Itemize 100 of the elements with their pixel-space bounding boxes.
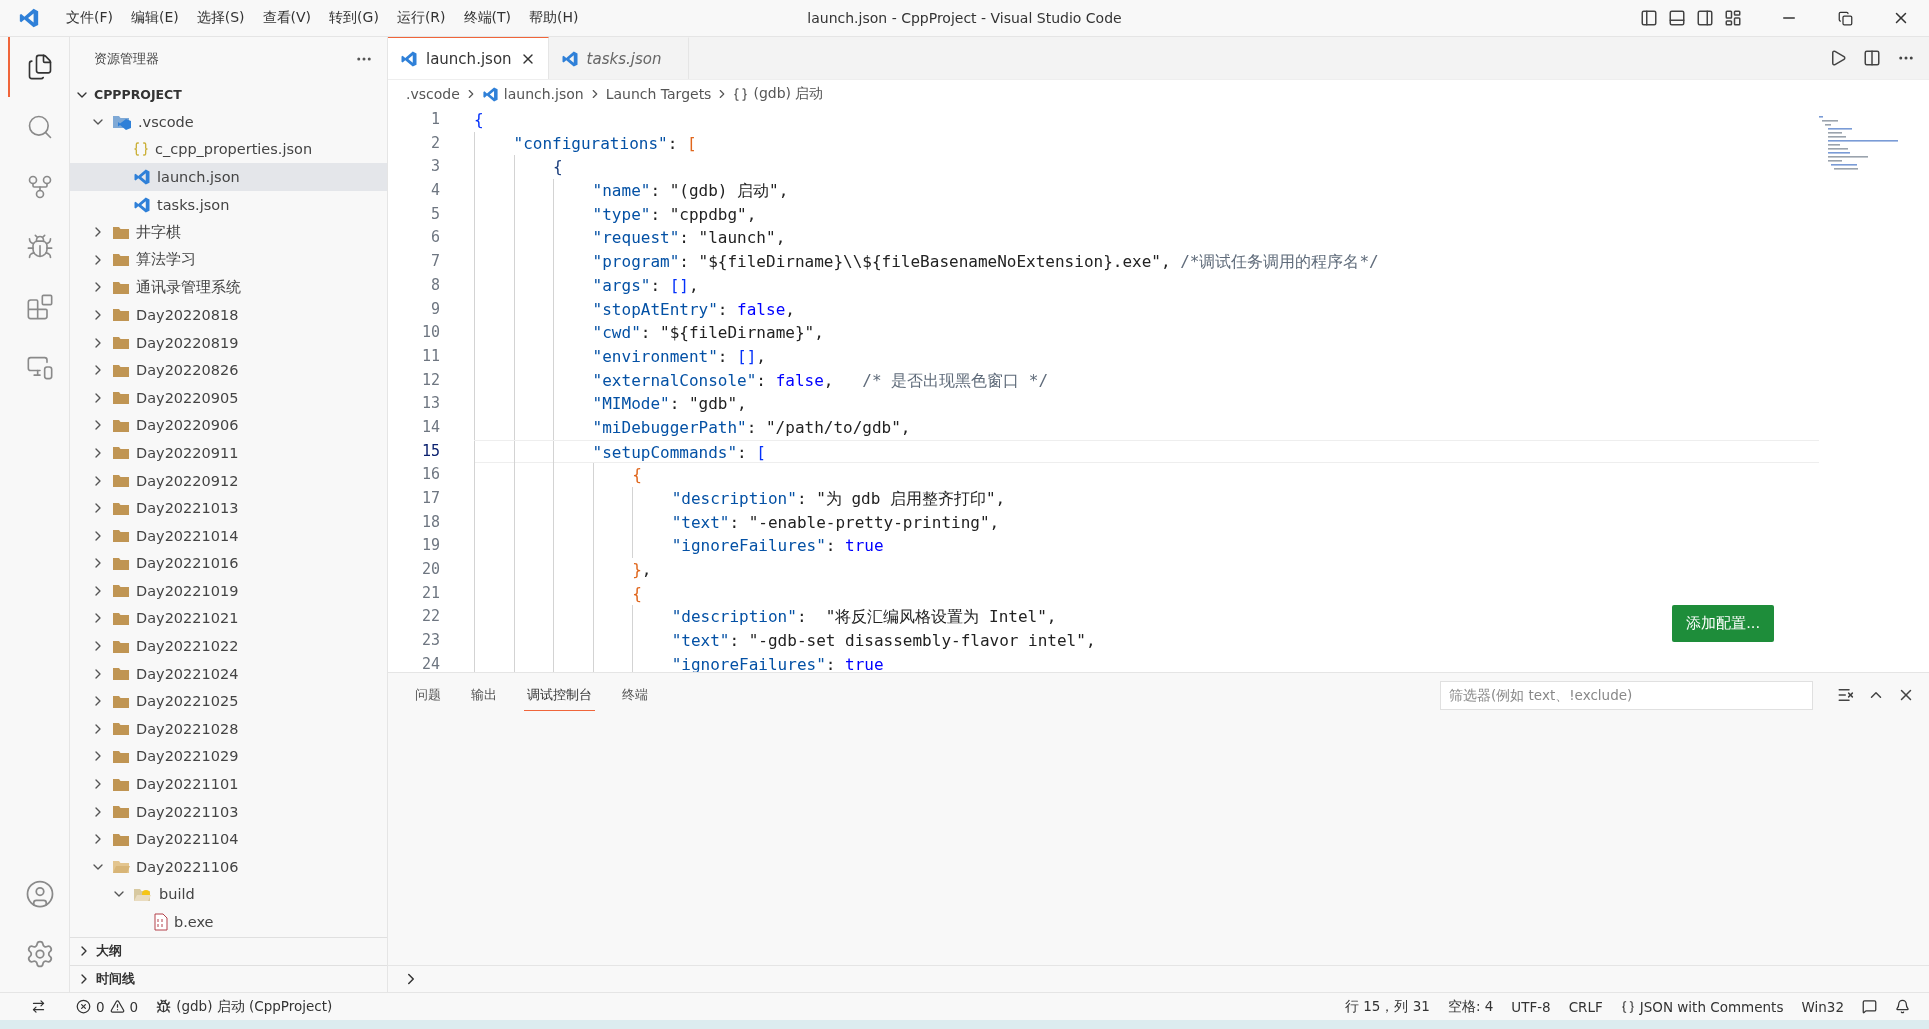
folder-icon: [112, 307, 130, 323]
section-header[interactable]: 大纲: [70, 937, 387, 965]
tree-item[interactable]: 井字棋: [70, 218, 387, 246]
tree-item[interactable]: Day20221104: [70, 825, 387, 854]
breadcrumb-item[interactable]: .vscode: [406, 86, 460, 102]
tree-item[interactable]: Day20221028: [70, 715, 387, 743]
tree-item[interactable]: Day20221014: [70, 521, 387, 550]
tree-item[interactable]: Day20221024: [70, 659, 387, 688]
line-number: 23: [420, 630, 441, 652]
panel-tab[interactable]: 问题: [412, 679, 444, 711]
folder-icon: [112, 473, 130, 488]
vscode-logo-icon: [133, 195, 151, 214]
menu-item[interactable]: 运行(R): [388, 5, 454, 31]
status-item[interactable]: Win32: [1792, 998, 1853, 1015]
tree-item[interactable]: Day20221021: [70, 604, 387, 633]
line-number: 18: [420, 511, 441, 533]
code-line: {: [474, 155, 1819, 180]
tree-item[interactable]: Day20220819: [70, 328, 387, 357]
tree-item[interactable]: Day20221101: [70, 770, 387, 798]
folder-icon: [112, 417, 130, 433]
tree-item[interactable]: build: [70, 880, 387, 909]
breadcrumb-item[interactable]: Launch Targets: [605, 86, 712, 102]
tree-item[interactable]: Day20221025: [70, 687, 387, 716]
window-title: launch.json - CppProject - Visual Studio Code: [807, 10, 1122, 26]
code-line: {: [474, 463, 1819, 487]
filter-field[interactable]: 筛选器(例如 text、!exclude): [1440, 680, 1813, 710]
line-number: 2: [429, 132, 441, 154]
binary-file-icon: [154, 913, 168, 931]
menu-item[interactable]: 转到(G): [321, 5, 387, 31]
menu-item[interactable]: 编辑(E): [123, 5, 187, 31]
open-folder-icon: [112, 859, 130, 875]
menu-item[interactable]: 帮助(H): [521, 5, 587, 31]
tree-item[interactable]: Day20221013: [70, 494, 387, 522]
split-editor-icon[interactable]: [1863, 49, 1881, 67]
vscode-logo-icon: [400, 49, 418, 68]
folder-icon: [112, 638, 130, 654]
tree-item[interactable]: tasks.json: [70, 190, 387, 219]
vscode-logo-icon: [481, 85, 499, 103]
tree-item[interactable]: Day20221022: [70, 632, 387, 660]
tree-item[interactable]: Day20221019: [70, 577, 387, 605]
debug-status[interactable]: (gdb) 启动 (CppProject): [147, 997, 342, 1016]
code-line: "environment": [],: [474, 344, 1819, 369]
line-number: 16: [420, 464, 441, 486]
folder-icon: [112, 776, 130, 792]
tree-item[interactable]: Day20220818: [70, 301, 387, 329]
breadcrumb-item[interactable]: launch.json: [481, 85, 584, 103]
add-configuration-button[interactable]: 添加配置...: [1672, 605, 1774, 642]
clear-console-icon[interactable]: [1837, 686, 1855, 704]
line-number: 9: [429, 298, 441, 320]
menu-item[interactable]: 文件(F): [58, 5, 121, 31]
tree-item[interactable]: Day20220905: [70, 383, 387, 412]
status-item[interactable]: CRLF: [1559, 998, 1612, 1015]
line-number: 4: [429, 180, 441, 202]
status-item[interactable]: UTF-8: [1502, 998, 1560, 1015]
line-number: 3: [429, 156, 441, 178]
tree-item[interactable]: Day20221103: [70, 797, 387, 826]
panel-tab[interactable]: 终端: [619, 679, 651, 711]
panel-tab[interactable]: 调试控制台: [524, 679, 595, 711]
tree-item[interactable]: Day20220912: [70, 466, 387, 495]
project-header[interactable]: CPPPROJECT: [70, 81, 387, 108]
menu-item[interactable]: 终端(T): [455, 5, 519, 31]
tree-item[interactable]: Day20221016: [70, 549, 387, 578]
code-line: },: [474, 558, 1819, 582]
tree-item[interactable]: c_cpp_properties.json: [70, 135, 387, 164]
debug-icon: [156, 999, 172, 1014]
line-number: 22: [420, 606, 441, 628]
code-line: "program": "${fileDirname}\\${fileBasenameNoExtension}.exe", /*调试任务调用的程序名*/: [474, 250, 1819, 274]
tree-item[interactable]: Day20221106: [70, 853, 387, 881]
line-number: 19: [420, 535, 441, 557]
tree-item[interactable]: b.exe: [70, 908, 387, 936]
line-number: 24: [420, 653, 441, 672]
folder-icon: [112, 113, 132, 130]
code-line: "miDebuggerPath": "/path/to/gdb",: [474, 415, 1819, 440]
tree-item[interactable]: Day20221029: [70, 742, 387, 771]
panel-tab[interactable]: 输出: [468, 679, 500, 711]
tree-item[interactable]: .vscode: [70, 108, 387, 136]
menu-item[interactable]: 选择(S): [188, 5, 253, 31]
folder-icon: [112, 252, 130, 268]
folder-icon: [112, 224, 130, 240]
menu-item[interactable]: 查看(V): [254, 5, 320, 31]
tree-item[interactable]: 算法学习: [70, 245, 387, 274]
tree-item[interactable]: Day20220826: [70, 356, 387, 384]
tree-item[interactable]: Day20220906: [70, 411, 387, 440]
tree-item[interactable]: launch.json: [70, 163, 387, 191]
open-folder-icon: [133, 886, 153, 903]
folder-icon: [112, 362, 130, 378]
run-icon[interactable]: [1829, 49, 1847, 67]
tree-item[interactable]: 通讯录管理系统: [70, 273, 387, 302]
line-number: 13: [420, 393, 441, 415]
status-item[interactable]: 行 15，列 31: [1335, 997, 1439, 1016]
line-number: 1: [429, 109, 441, 130]
braces-icon: [733, 86, 749, 102]
editor-tab[interactable]: launch.json: [388, 37, 549, 79]
braces-icon: [1620, 999, 1635, 1014]
tree-item[interactable]: Day20220911: [70, 439, 387, 467]
folder-icon: [112, 500, 130, 516]
language-status[interactable]: JSON with Comments: [1611, 998, 1793, 1015]
status-item[interactable]: 空格: 4: [1438, 997, 1503, 1016]
problems-status[interactable]: 0 0: [67, 998, 148, 1015]
breadcrumb-item[interactable]: (gdb) 启动: [733, 85, 824, 103]
